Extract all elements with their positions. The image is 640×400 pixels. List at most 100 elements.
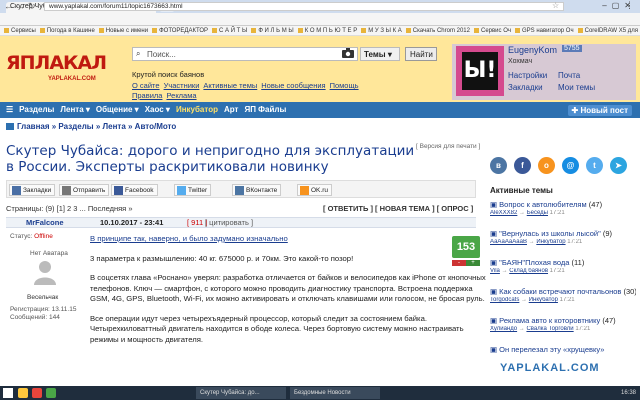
post-rating: 153 (452, 236, 480, 258)
url-input[interactable]: www.yaplakal.com/forum11/topic1673663.ht… (44, 2, 564, 11)
active-topic-link[interactable]: ▣ "БАЯН"Плохая вода (11) (490, 258, 636, 267)
nav-item[interactable]: Арт (224, 102, 238, 118)
header-link[interactable]: Участники (164, 81, 200, 90)
vk-icon[interactable]: в (490, 157, 507, 174)
topic-section[interactable]: Склад баянов (509, 268, 548, 274)
topic-section[interactable]: Беседы (527, 210, 548, 216)
fb-icon[interactable]: f (514, 157, 531, 174)
avatar[interactable]: Ы! (456, 46, 504, 96)
bookmark-item[interactable]: Погода в Кашине (40, 26, 95, 35)
bookmark-item[interactable]: Сервис Оч (474, 26, 511, 35)
active-topic-link[interactable]: ▣ "Вернулась из школы лысой" (9) (490, 229, 636, 238)
bookmark-item[interactable]: М У З Ы К А (361, 26, 402, 35)
active-topic-link[interactable]: ▣ Реклама авто к которовтнику (47) (490, 316, 636, 325)
active-topic-link[interactable]: ▣ Как собаки встречают почтальонов (30) (490, 287, 636, 296)
header-links: О сайте Участники Активные темы Новые сообщ… (132, 81, 392, 101)
rate-down-button[interactable]: - (452, 260, 466, 266)
nav-item[interactable]: ЯП Файлы (244, 102, 286, 118)
user-menu-mail[interactable]: Почта (558, 70, 595, 82)
user-menu-mytopics[interactable]: Мои темы (558, 82, 595, 94)
nav-item[interactable]: Инкубатор (176, 102, 218, 118)
new-post-button[interactable]: ✚ Новый пост (567, 105, 632, 116)
bookmark-item[interactable]: С А Й Т Ы (212, 26, 247, 35)
topic-author[interactable]: AleXXX82 (490, 210, 517, 216)
bookmark-star-icon[interactable]: ☆ (552, 1, 559, 10)
topic-author[interactable]: Torgodcats (490, 297, 519, 303)
bookmark-item[interactable]: ФОТОРЕДАКТОР (152, 26, 208, 35)
active-topic-link[interactable]: ▣ Вопрос к автолюбителям (47) (490, 200, 636, 209)
bookmark-icon (12, 186, 21, 195)
bookmark-item[interactable]: GPS навигатор Оч (515, 26, 574, 35)
header-link[interactable]: О сайте (132, 81, 160, 90)
ok-icon (300, 186, 309, 195)
nav-item[interactable]: Разделы (19, 102, 54, 118)
topic-title: Реклама авто к которовтнику (499, 316, 603, 325)
topic-time: 17:21 (548, 268, 565, 274)
post-author[interactable]: MrFalcone (26, 218, 64, 227)
message-count: Сообщений: 144 (10, 314, 60, 321)
post-paragraph[interactable]: В принципе так, наверно, и было задумано… (90, 234, 490, 245)
header-link[interactable]: Новые сообщения (261, 81, 325, 90)
share-facebook-button[interactable]: Facebook (111, 184, 158, 196)
rate-up-button[interactable]: + (466, 260, 480, 266)
taskbar-task[interactable]: Скутер Чубайса: до... (196, 387, 286, 399)
tg-icon[interactable]: ➤ (610, 157, 627, 174)
share-vk-button[interactable]: ВКонтакте (232, 184, 282, 196)
menu-icon[interactable]: ☰ (6, 102, 13, 118)
share-twitter-button[interactable]: Twitter (174, 184, 212, 196)
topic-sep: → (526, 239, 537, 245)
bookmark-item[interactable]: К О М П Ь Ю Т Е Р (298, 26, 357, 35)
bookmark-item[interactable]: Скачать Chrom 2012 (406, 26, 470, 35)
nav-item[interactable]: Лента ▾ (60, 102, 90, 118)
username-link[interactable]: EugenyKom (508, 45, 557, 55)
reload-icon[interactable]: ↻ (28, 1, 36, 12)
bookmark-item[interactable]: Новые с имени (99, 26, 148, 35)
find-button[interactable]: Найти (405, 47, 437, 61)
topic-author[interactable]: Хулиандо (490, 326, 517, 332)
topic-section[interactable]: Свалка Торговли (526, 326, 573, 332)
quote-link[interactable]: [ цитировать ] (205, 218, 253, 227)
site-logo[interactable]: ЯПЛАКАЛ YAPLAKAL.COM (6, 48, 126, 88)
browser-menu-icon[interactable]: ⋮ (625, 0, 634, 11)
share-bookmark-button[interactable]: Закладки (9, 184, 56, 196)
opera-icon[interactable] (32, 388, 42, 398)
camera-icon[interactable] (342, 48, 354, 58)
chrome-icon[interactable] (46, 388, 56, 398)
bookmark-item[interactable]: Ф И Л Ь М Ы (251, 26, 293, 35)
forward-icon[interactable]: → (16, 1, 25, 11)
user-menu-bookmarks[interactable]: Закладки (508, 82, 547, 94)
nav-item[interactable]: Общение ▾ (96, 102, 139, 118)
pagination[interactable]: Страницы: (9) [1] 2 3 ... Последняя » (6, 204, 133, 213)
print-version-link[interactable]: [ Версия для печати ] (416, 143, 480, 150)
topic-section[interactable]: Инкубатор (536, 239, 565, 245)
topic-count: (30) (623, 287, 636, 296)
bookmark-item[interactable]: Сервисы (4, 26, 36, 35)
topic-section[interactable]: Инкубатор (529, 297, 558, 303)
tw-icon[interactable]: t (586, 157, 603, 174)
ok-icon[interactable]: о (538, 157, 555, 174)
header-link[interactable]: Активные темы (203, 81, 257, 90)
topic-bullet-icon: ▣ (490, 229, 500, 238)
topic-actions[interactable]: [ ОТВЕТИТЬ ] [ НОВАЯ ТЕМА ] [ ОПРОС ] (323, 204, 473, 213)
mail-icon[interactable]: @ (562, 157, 579, 174)
topic-author[interactable]: АаАаАаАааВ (490, 239, 527, 245)
topic-meta: АаАаАаАааВ → Инкубатор 17:21 (490, 239, 636, 245)
bookmark-item[interactable]: CorelDRAW X5 для (578, 26, 638, 35)
themes-select[interactable]: Темы ▾ (360, 47, 400, 61)
taskbar-task[interactable]: Бездомные Новости (290, 387, 380, 399)
start-button[interactable] (3, 388, 13, 398)
header-link[interactable]: Правила (132, 91, 162, 100)
header-link[interactable]: Помощь (330, 81, 359, 90)
folder-icon[interactable] (18, 388, 28, 398)
nav-item[interactable]: Хаос ▾ (145, 102, 170, 118)
topic-author[interactable]: Vila (490, 268, 500, 274)
breadcrumb[interactable]: Главная » Разделы » Лента » Авто/Мото (6, 122, 176, 131)
header-link[interactable]: Реклама (166, 91, 196, 100)
back-icon[interactable]: ← (4, 1, 13, 11)
active-topic-link[interactable]: ▣ Он перелезал эту «хрущевку» (490, 345, 636, 354)
search-placeholder: Поиск... (147, 50, 176, 59)
search-input[interactable]: ⌕ Поиск... (132, 47, 358, 61)
share-send-button[interactable]: Отправить (59, 184, 110, 196)
share-ok-button[interactable]: OK.ru (297, 184, 332, 196)
user-menu-settings[interactable]: Настройки (508, 70, 547, 82)
